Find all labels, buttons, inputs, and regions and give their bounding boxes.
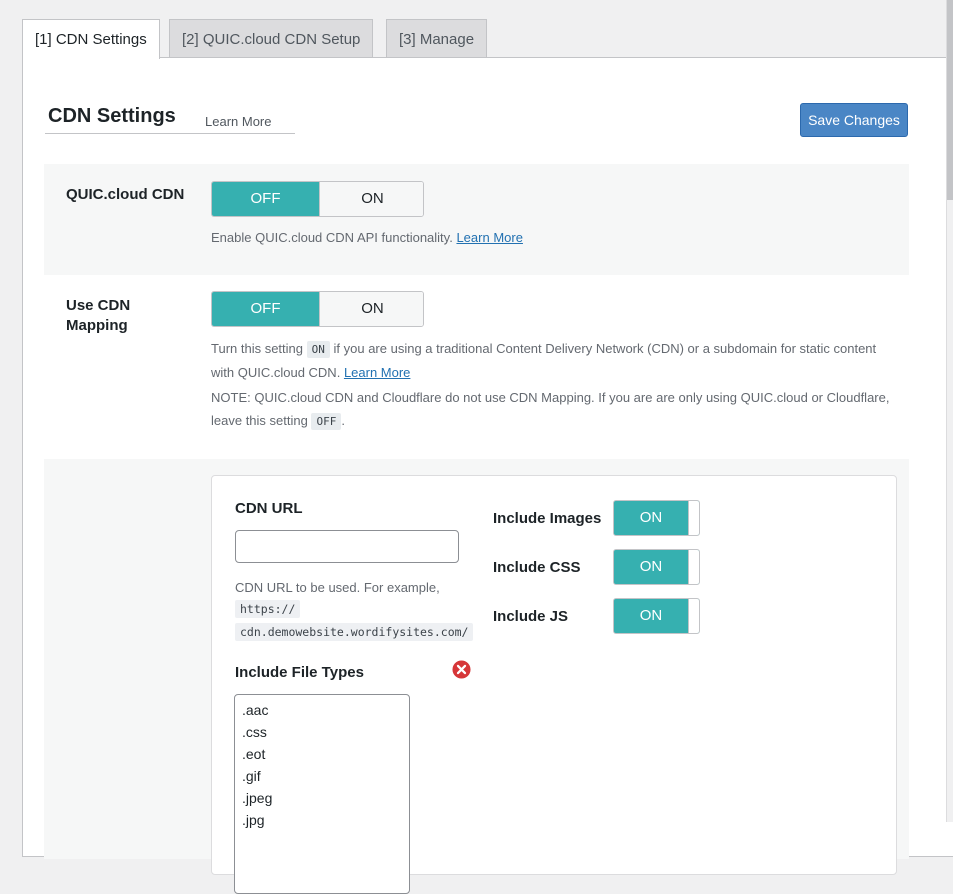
cdn-url-description: CDN URL to be used. For example, xyxy=(235,580,440,595)
quic-cdn-description: Enable QUIC.cloud CDN API functionality.… xyxy=(211,226,901,249)
learn-more-link[interactable]: Learn More xyxy=(205,114,271,129)
on-code-pill: ON xyxy=(306,341,330,358)
include-images-knob xyxy=(688,501,699,535)
cdn-mapping-desc-a2: if you are using a traditional Content D… xyxy=(333,341,877,356)
cdn-url-input[interactable] xyxy=(235,530,459,563)
cdn-mapping-on-option[interactable]: ON xyxy=(319,292,423,326)
include-js-on: ON xyxy=(639,607,663,624)
cdn-mapping-box: CDN URL CDN URL to be used. For example,… xyxy=(211,475,897,894)
quic-cdn-learn-more-link[interactable]: Learn More xyxy=(456,230,522,245)
cdn-mapping-label: Use CDN Mapping xyxy=(66,296,130,336)
file-type-item: .eot xyxy=(242,746,266,762)
cdn-mapping-desc-a1: Turn this setting xyxy=(211,341,304,356)
save-changes-button[interactable]: Save Changes xyxy=(800,103,908,137)
cdn-mapping-note: NOTE: QUIC.cloud CDN and Cloudflare do n… xyxy=(211,386,901,433)
quic-cdn-off-option[interactable]: OFF xyxy=(212,182,319,216)
include-file-types-textarea[interactable]: .aac .css .eot .gif .jpeg .jpg xyxy=(234,694,410,894)
cdn-mapping-note-2: leave this setting xyxy=(211,413,308,428)
quic-cdn-label: QUIC.cloud CDN xyxy=(66,186,185,203)
quic-cdn-desc-text: Enable QUIC.cloud CDN API functionality. xyxy=(211,230,453,245)
quic-cdn-row xyxy=(44,164,909,275)
file-type-item: .jpeg xyxy=(242,790,273,806)
include-css-label: Include CSS xyxy=(493,559,581,576)
cdn-mapping-label-line1: Use CDN xyxy=(66,297,131,314)
cdn-mapping-label-line2: Mapping xyxy=(66,317,128,334)
cdn-mapping-note-end: . xyxy=(341,413,345,428)
page-title: CDN Settings xyxy=(48,105,176,127)
scrollbar-thumb[interactable] xyxy=(947,0,953,200)
include-images-toggle[interactable]: ON xyxy=(613,500,700,536)
remove-icon[interactable] xyxy=(452,660,471,679)
cdn-mapping-learn-more-link[interactable]: Learn More xyxy=(344,365,410,380)
settings-panel: CDN Settings Learn More Save Changes QUI… xyxy=(22,57,953,894)
title-divider xyxy=(45,133,295,134)
cdn-url-label: CDN URL xyxy=(235,500,303,517)
cdn-mapping-note-1: NOTE: QUIC.cloud CDN and Cloudflare do n… xyxy=(211,390,890,405)
cdn-mapping-description: Turn this setting ON if you are using a … xyxy=(211,337,901,384)
tab-cdn-settings[interactable]: [1] CDN Settings xyxy=(22,19,160,59)
include-js-knob xyxy=(688,599,699,633)
include-js-label: Include JS xyxy=(493,608,569,625)
cdn-url-example-2: cdn.demowebsite.wordifysites.com/ xyxy=(235,623,474,641)
cdn-mapping-off-option[interactable]: OFF xyxy=(212,292,319,326)
quic-cdn-toggle[interactable]: OFF ON xyxy=(211,181,424,217)
file-type-item: .css xyxy=(242,724,267,740)
include-css-knob xyxy=(688,550,699,584)
off-code-pill: OFF xyxy=(311,413,342,430)
file-type-item: .gif xyxy=(242,768,261,784)
cdn-mapping-desc-a3: with QUIC.cloud CDN. xyxy=(211,365,341,380)
file-type-item: .jpg xyxy=(242,812,265,828)
tab-quic-cloud-cdn-setup[interactable]: [2] QUIC.cloud CDN Setup xyxy=(169,19,374,58)
file-type-item: .aac xyxy=(242,702,269,718)
quic-cdn-on-option[interactable]: ON xyxy=(319,182,423,216)
include-images-on: ON xyxy=(639,509,663,526)
cdn-url-example-1: https:// xyxy=(235,600,301,618)
include-js-toggle[interactable]: ON xyxy=(613,598,700,634)
include-css-on: ON xyxy=(639,558,663,575)
tab-manage[interactable]: [3] Manage xyxy=(386,19,488,58)
include-images-label: Include Images xyxy=(493,510,602,527)
include-css-toggle[interactable]: ON xyxy=(613,549,700,585)
cdn-mapping-toggle[interactable]: OFF ON xyxy=(211,291,424,327)
include-file-types-label: Include File Types xyxy=(235,664,364,681)
